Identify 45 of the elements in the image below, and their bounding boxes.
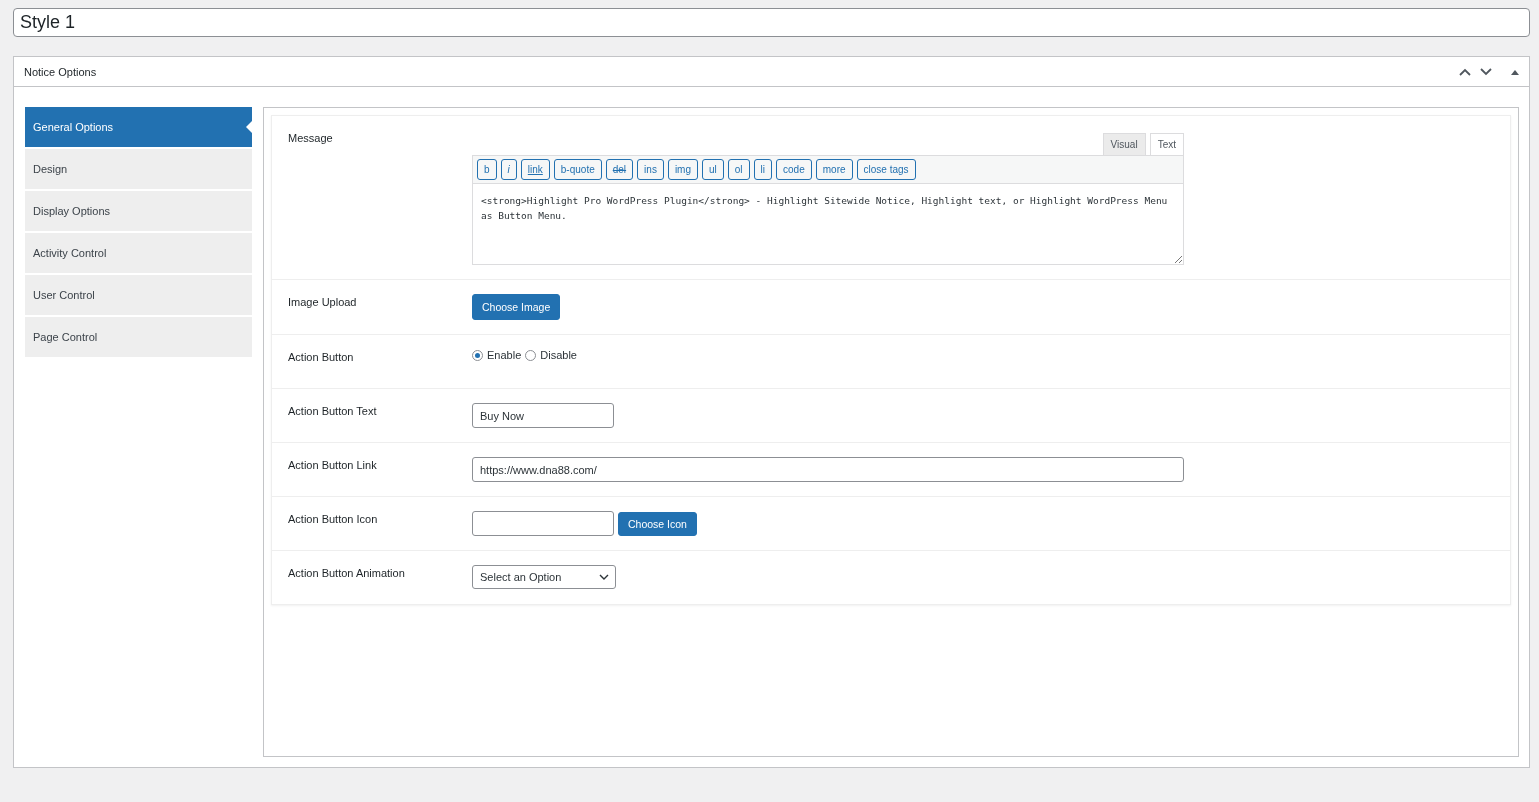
editor-tab[interactable]: Text [1149, 133, 1184, 155]
sidebar-tab[interactable]: General Options [25, 107, 252, 147]
title-field[interactable]: Style 1 [13, 8, 1530, 37]
sidebar-tab[interactable]: Page Control [25, 317, 252, 357]
quicktag-button[interactable]: ol [727, 159, 750, 180]
sidebar-tab[interactable]: Display Options [25, 191, 252, 231]
chevron-down-icon [599, 574, 609, 580]
field-label: Action Button Animation [288, 566, 406, 581]
resize-handle-icon[interactable] [1174, 255, 1182, 263]
text-field[interactable]: https://www.dna88.com/ [472, 457, 1184, 482]
field-label: Action Button [288, 350, 355, 365]
quicktag-button[interactable]: ins [637, 159, 664, 180]
postbox-title: Notice Options [24, 65, 97, 78]
message-text: <strong>Highlight Pro WordPress Plugin</strong> - Highlight Sitewide Notice, Highlight text, or Highlight WordPress Menu as Button Menu. [481, 194, 1169, 223]
message-textarea[interactable]: <strong>Highlight Pro WordPress Plugin</strong> - Highlight Sitewide Notice, Highlight text, or Highlight WordPress Menu as Button Menu. [472, 184, 1184, 265]
quicktag-button[interactable]: ul [702, 159, 724, 180]
icon-field[interactable] [472, 511, 614, 536]
collapse-icon[interactable] [1511, 68, 1519, 75]
field-label: Action Button Text [288, 404, 378, 419]
choose-icon-button[interactable]: Choose Icon [618, 511, 697, 536]
quicktag-button[interactable]: close tags [856, 159, 916, 180]
quicktag-button[interactable]: del [605, 159, 634, 180]
text-field[interactable]: Buy Now [472, 403, 614, 428]
move-down-icon[interactable] [1480, 67, 1492, 76]
field-label: Message [288, 131, 334, 146]
move-up-icon[interactable] [1459, 67, 1471, 76]
field-label: Action Button Link [288, 458, 378, 473]
sidebar-tab[interactable]: Design [25, 149, 252, 189]
quicktag-button[interactable]: li [753, 159, 773, 180]
editor-tab[interactable]: Visual [1102, 133, 1146, 155]
field-label: Action Button Icon [288, 512, 379, 527]
quicktag-button[interactable]: code [776, 159, 812, 180]
choose-image-button[interactable]: Choose Image [472, 294, 561, 320]
radio-label: Enable [487, 349, 522, 361]
field-label: Image Upload [288, 295, 358, 310]
quicktag-button[interactable]: i [500, 159, 517, 180]
sidebar-tab[interactable]: Activity Control [25, 233, 252, 273]
animation-select[interactable]: Select an Option [472, 565, 616, 589]
quicktag-button[interactable]: link [520, 159, 550, 180]
quicktag-button[interactable]: more [815, 159, 853, 180]
sidebar-tab[interactable]: User Control [25, 275, 252, 315]
quicktag-button[interactable]: b-quote [553, 159, 602, 180]
radio-label: Disable [540, 349, 577, 361]
quicktag-button[interactable]: b [477, 159, 497, 180]
quicktag-button[interactable]: img [667, 159, 698, 180]
